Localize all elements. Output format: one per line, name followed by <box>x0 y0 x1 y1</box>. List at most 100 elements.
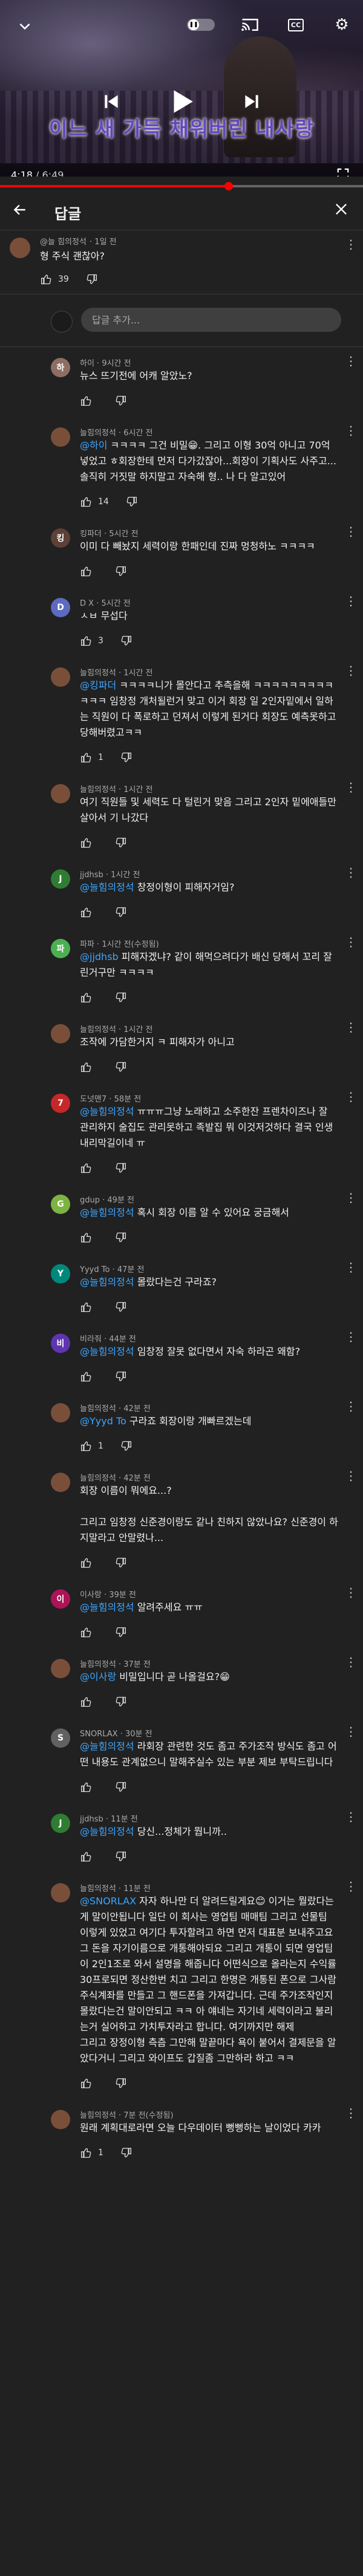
progress-bar[interactable] <box>0 182 363 190</box>
thumbs-up-icon[interactable] <box>80 751 93 764</box>
mention-link[interactable]: @Yyyd To <box>80 1415 126 1427</box>
thumbs-down-icon[interactable] <box>119 2146 132 2159</box>
thumbs-up-icon[interactable] <box>80 1850 93 1863</box>
mention-link[interactable]: @늘힘의정석 <box>80 1826 134 1837</box>
more-options-icon[interactable]: ⋮ <box>345 592 357 610</box>
avatar[interactable] <box>51 1024 70 1043</box>
comment-author[interactable]: 도넛맨7 <box>80 1095 106 1104</box>
thumbs-up-icon[interactable] <box>80 1556 93 1569</box>
comment-author[interactable]: jjdhsb <box>80 1815 103 1824</box>
thumbs-up-icon[interactable] <box>80 1695 93 1708</box>
comment-author[interactable]: 늘힘의정석 <box>80 1025 116 1034</box>
comment-author[interactable]: gdup <box>80 1196 100 1205</box>
thumbs-down-icon[interactable] <box>114 1850 127 1863</box>
thumbs-down-icon[interactable] <box>114 1060 127 1074</box>
thumbs-up-icon[interactable] <box>80 991 93 1004</box>
comment-author[interactable]: D X <box>80 599 94 608</box>
thumbs-down-icon[interactable] <box>114 565 127 578</box>
fullscreen-icon[interactable] <box>335 167 351 177</box>
avatar[interactable] <box>10 238 30 258</box>
avatar[interactable]: 파 <box>51 939 70 958</box>
avatar[interactable]: 7 <box>51 1094 70 1113</box>
thumbs-down-icon[interactable] <box>114 1300 127 1314</box>
thumbs-up-icon[interactable] <box>80 1060 93 1074</box>
thumbs-up-icon[interactable] <box>40 273 53 286</box>
comment-author[interactable]: Yyyd To <box>80 1265 110 1274</box>
avatar[interactable] <box>51 784 70 803</box>
progress-scrubber[interactable] <box>224 182 233 190</box>
comment-author[interactable]: 늘힘의정석 <box>80 1660 116 1669</box>
thumbs-down-icon[interactable] <box>125 495 138 508</box>
more-options-icon[interactable]: ⋮ <box>345 1877 357 1895</box>
comment-author[interactable]: SNORLAX <box>80 1730 118 1739</box>
comment-author[interactable]: 비라줘 <box>80 1335 102 1344</box>
autoplay-toggle[interactable]: ❚❚ <box>185 17 217 33</box>
avatar[interactable] <box>51 667 70 687</box>
comment-author[interactable]: 파파 <box>80 940 94 949</box>
reply-input[interactable] <box>81 308 341 332</box>
more-options-icon[interactable]: ⋮ <box>345 1653 357 1671</box>
mention-link[interactable]: @늘힘의정석 <box>80 881 134 893</box>
avatar[interactable] <box>51 427 70 447</box>
mention-link[interactable]: @늘힘의정석 <box>80 1106 134 1117</box>
thumbs-down-icon[interactable] <box>119 634 132 647</box>
thumbs-up-icon[interactable] <box>80 495 93 508</box>
thumbs-up-icon[interactable] <box>80 394 93 407</box>
mention-link[interactable]: @하이 <box>80 440 107 451</box>
thumbs-down-icon[interactable] <box>114 394 127 407</box>
more-options-icon[interactable]: ⋮ <box>345 1018 357 1036</box>
thumbs-down-icon[interactable] <box>114 1231 127 1244</box>
back-arrow-icon[interactable] <box>12 202 28 222</box>
cast-icon[interactable] <box>240 16 260 34</box>
mention-link[interactable]: @늘힘의정석 <box>80 1741 134 1752</box>
avatar[interactable]: G <box>51 1195 70 1214</box>
comment-author[interactable]: 이사랑 <box>80 1591 102 1600</box>
more-options-icon[interactable]: ⋮ <box>345 1088 357 1106</box>
thumbs-down-icon[interactable] <box>114 1161 127 1175</box>
more-options-icon[interactable]: ⋮ <box>345 522 357 540</box>
comment-author[interactable]: @늘 힘의정석 <box>40 238 87 247</box>
avatar[interactable] <box>51 1473 70 1492</box>
comment-author[interactable]: 늘힘의정석 <box>80 785 116 794</box>
avatar[interactable]: D <box>51 598 70 617</box>
comment-author[interactable]: 늘힘의정석 <box>80 429 116 438</box>
avatar[interactable]: 이 <box>51 1589 70 1609</box>
thumbs-down-icon[interactable] <box>114 991 127 1004</box>
thumbs-down-icon[interactable] <box>114 836 127 849</box>
avatar[interactable] <box>51 2110 70 2129</box>
avatar[interactable]: S <box>51 1728 70 1748</box>
previous-icon[interactable] <box>99 89 123 114</box>
comment-author[interactable]: 늘힘의정석 <box>80 1474 116 1483</box>
thumbs-up-icon[interactable] <box>80 1780 93 1794</box>
thumbs-up-icon[interactable] <box>80 1626 93 1639</box>
thumbs-down-icon[interactable] <box>119 1439 132 1453</box>
avatar[interactable] <box>51 1883 70 1903</box>
comment-author[interactable]: 늘힘의정석 <box>80 1404 116 1413</box>
mention-link[interactable]: @늘힘의정석 <box>80 1346 134 1357</box>
thumbs-down-icon[interactable] <box>85 273 98 286</box>
mention-link[interactable]: @SNORLAX <box>80 1895 136 1907</box>
more-options-icon[interactable]: ⋮ <box>345 421 357 440</box>
more-options-icon[interactable]: ⋮ <box>345 1467 357 1485</box>
more-options-icon[interactable]: ⋮ <box>345 933 357 951</box>
thumbs-down-icon[interactable] <box>114 1370 127 1383</box>
thumbs-up-icon[interactable] <box>80 906 93 919</box>
comment-author[interactable]: 늘힘의정석 <box>80 1884 116 1893</box>
thumbs-up-icon[interactable] <box>80 1439 93 1453</box>
thumbs-up-icon[interactable] <box>80 836 93 849</box>
mention-link[interactable]: @늘힘의정석 <box>80 1601 134 1613</box>
more-options-icon[interactable]: ⋮ <box>345 1328 357 1346</box>
thumbs-down-icon[interactable] <box>114 1780 127 1794</box>
thumbs-down-icon[interactable] <box>114 1626 127 1639</box>
avatar[interactable]: 킹 <box>51 528 70 548</box>
more-options-icon[interactable]: ⋮ <box>345 1722 357 1741</box>
thumbs-down-icon[interactable] <box>114 906 127 919</box>
more-options-icon[interactable]: ⋮ <box>345 2104 357 2122</box>
more-options-icon[interactable]: ⋮ <box>345 1808 357 1826</box>
minimize-chevron-icon[interactable] <box>16 17 34 35</box>
thumbs-up-icon[interactable] <box>80 1370 93 1383</box>
mention-link[interactable]: @늘힘의정석 <box>80 1276 134 1288</box>
next-icon[interactable] <box>240 89 264 114</box>
avatar[interactable] <box>51 1659 70 1678</box>
close-icon[interactable] <box>333 200 350 222</box>
